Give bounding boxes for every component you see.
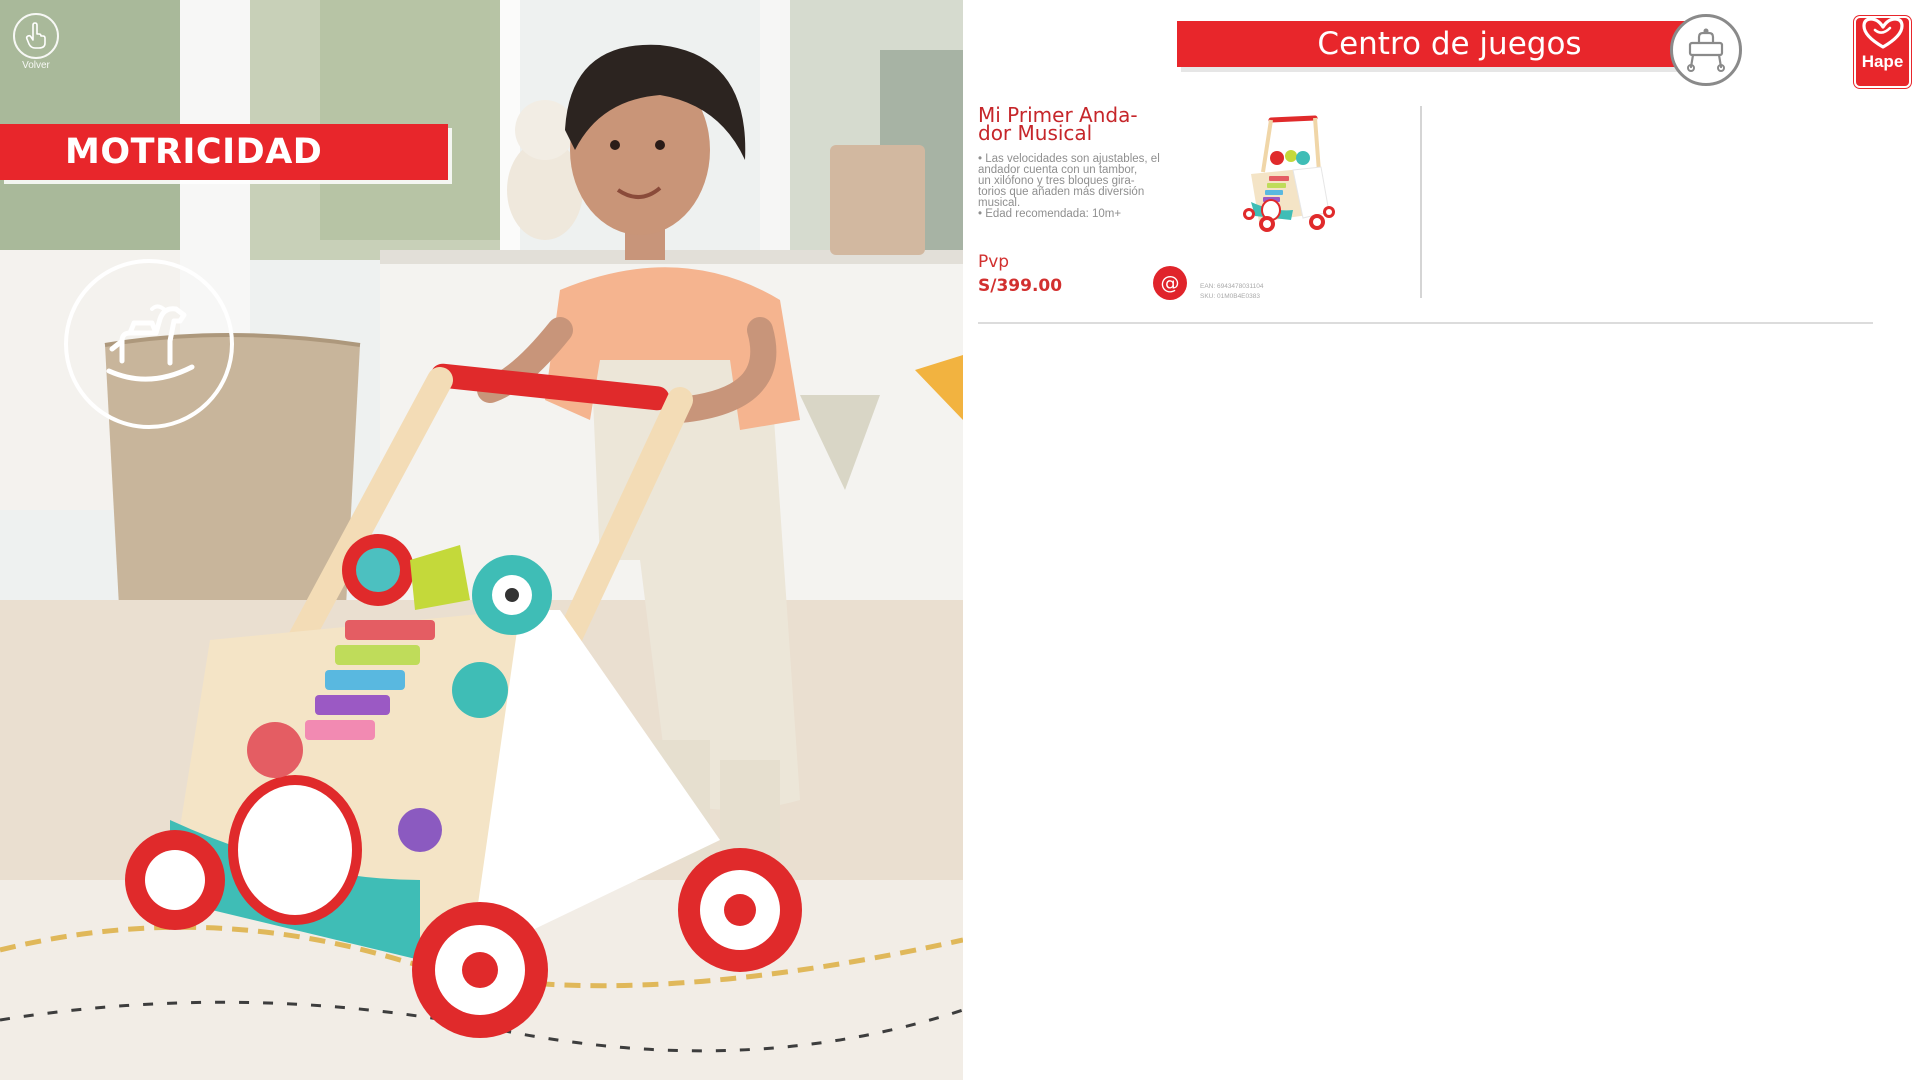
hape-logo: Hape xyxy=(1854,16,1911,88)
header-title: Centro de juegos xyxy=(1317,26,1582,62)
product-codes: EAN: 6943478031104 SKU: 01M0B4E0383 xyxy=(1200,282,1264,302)
header-icon-badge xyxy=(1670,14,1742,86)
pvp-label: Pvp xyxy=(978,252,1010,272)
web-link-button[interactable]: @ xyxy=(1153,266,1187,300)
at-icon: @ xyxy=(1160,272,1180,294)
description-line: • Edad recomendada: 10m+ xyxy=(978,208,1122,220)
back-label: Volver xyxy=(22,60,50,71)
section-banner: MOTRICIDAD xyxy=(0,124,448,180)
rocking-horse-icon xyxy=(106,304,195,382)
sku-code: SKU: 01M0B4E0383 xyxy=(1200,293,1260,300)
horizontal-divider xyxy=(978,322,1873,324)
section-title: MOTRICIDAD xyxy=(65,132,323,172)
product-description: • Las velocidades son ajustables, el and… xyxy=(978,153,1188,220)
product-name: Mi Primer Anda- dor Musical xyxy=(978,105,1178,145)
heart-logo-icon xyxy=(1861,17,1904,49)
product-card: Mi Primer Anda- dor Musical • Las veloci… xyxy=(978,105,1418,300)
product-thumbnail[interactable] xyxy=(1233,112,1343,238)
hand-pointer-icon xyxy=(25,22,46,49)
hero-photo: Volver MOTRICIDAD xyxy=(0,0,963,1080)
product-price: S/399.00 xyxy=(978,276,1063,296)
back-button[interactable] xyxy=(13,13,59,59)
vertical-divider xyxy=(1420,106,1422,298)
brand-name: Hape xyxy=(1861,52,1904,71)
category-badge xyxy=(64,259,234,429)
baby-walker-icon xyxy=(1687,28,1725,72)
product-name-line: dor Musical xyxy=(978,121,1093,145)
ean-code: EAN: 6943478031104 xyxy=(1200,283,1264,290)
